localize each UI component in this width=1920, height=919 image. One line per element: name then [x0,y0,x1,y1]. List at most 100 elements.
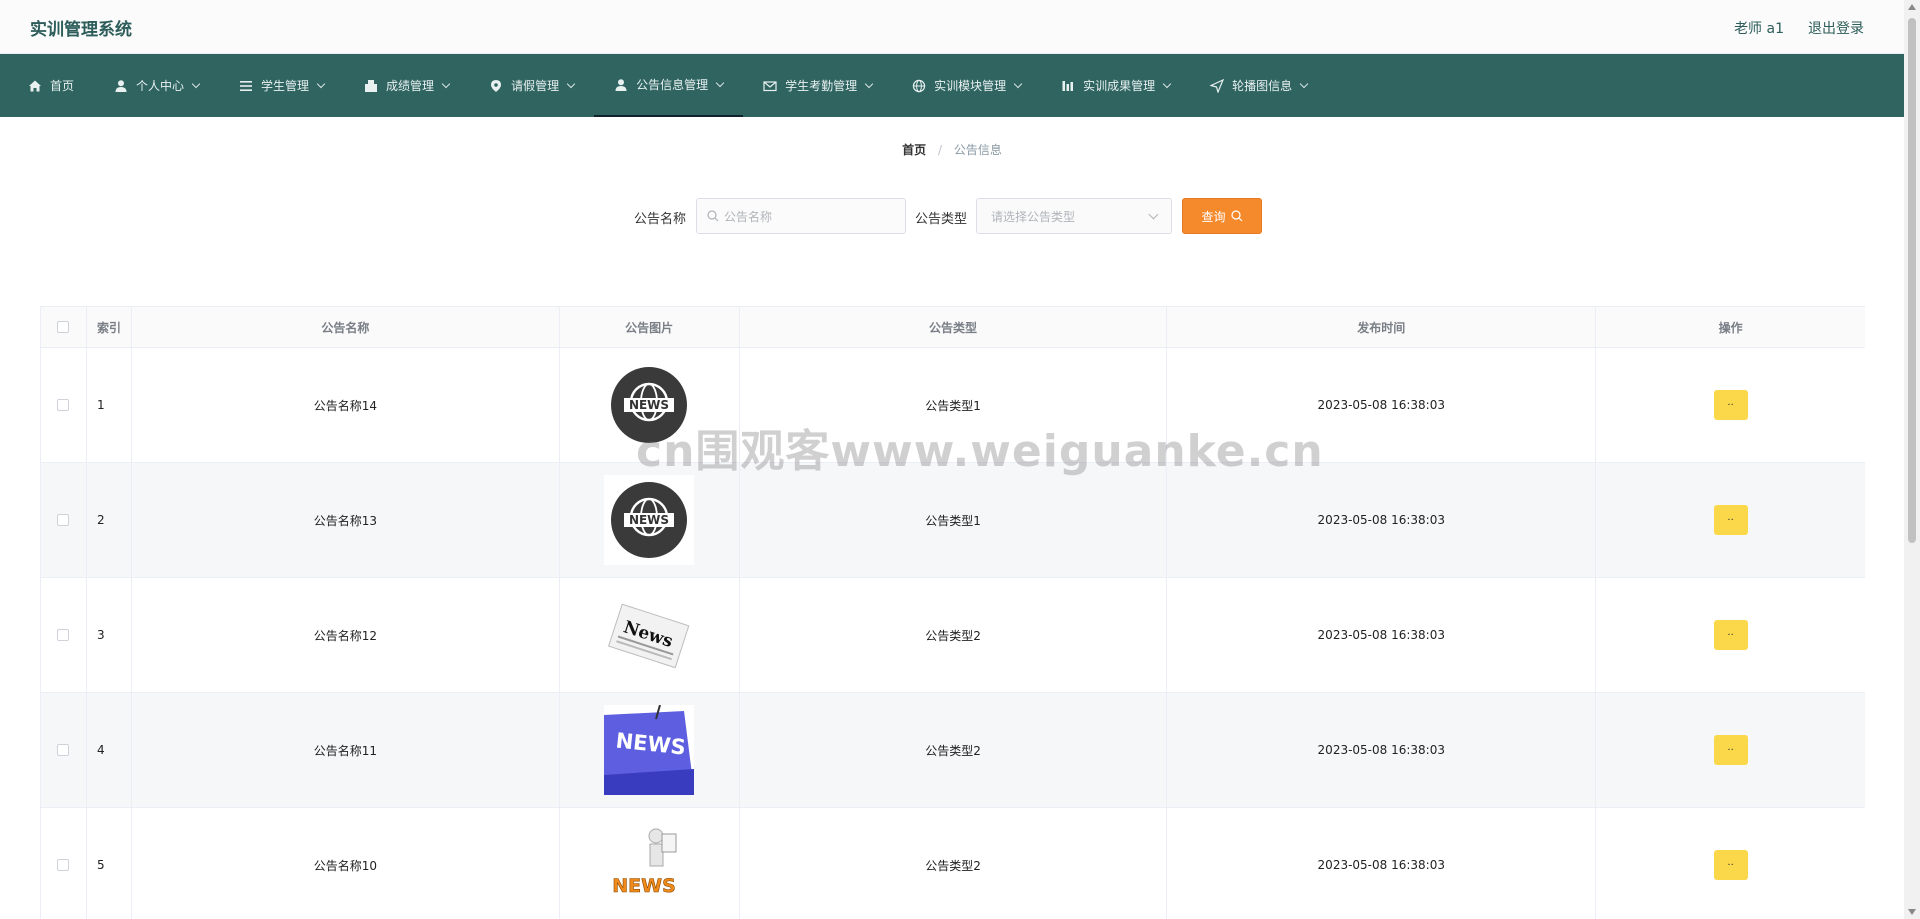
select-all-checkbox[interactable] [57,321,70,333]
row-image-cell: NEWS [559,463,740,578]
chevron-down-icon [1013,79,1023,88]
scroll-up-icon[interactable] [1908,4,1916,10]
row-index: 3 [86,578,132,693]
query-button[interactable]: 查询 [1182,198,1262,234]
nav-item-1[interactable]: 个人中心 [94,54,219,117]
select-all-cell [41,307,87,348]
name-placeholder: 公告名称 [724,209,773,224]
row-check-cell [41,348,87,463]
row-checkbox[interactable] [57,859,70,871]
header-time: 发布时间 [1167,307,1597,348]
row-action-button[interactable]: ·· [1713,505,1748,535]
row-index: 2 [86,463,132,578]
row-action-button[interactable]: ·· [1713,390,1748,420]
gift-icon [364,79,378,93]
nav-item-label: 实训成果管理 [1083,79,1156,93]
row-time: 2023-05-08 16:38:03 [1167,808,1597,919]
chevron-down-icon [191,79,201,88]
breadcrumb-home[interactable]: 首页 [902,143,926,157]
row-image-cell: NEWS [560,808,740,919]
row-action-button[interactable]: ·· [1713,620,1748,650]
nav-item-label: 公告信息管理 [636,78,709,92]
row-action-button[interactable]: ·· [1713,735,1748,765]
type-select[interactable]: 请选择公告类型 [976,198,1172,234]
row-checkbox[interactable] [57,629,70,641]
search-icon [1230,210,1242,222]
table-row[interactable]: 5 公告名称10 NEWS 公告类型2 2023-05-08 16:38:03 ·· [41,808,1865,919]
row-check-cell [41,693,87,808]
search-form: 公告名称 公告名称 公告类型 请选择公告类型 查询 [0,198,1904,234]
location-icon [489,79,503,93]
type-placeholder: 请选择公告类型 [991,209,1076,224]
row-action-button[interactable]: ·· [1713,850,1748,880]
send-icon [1209,78,1225,94]
logout-link[interactable]: 退出登录 [1808,18,1864,38]
table-row[interactable]: 4 公告名称11 NEWS 公告类型2 2023-05-08 16:38:03 ·· [41,693,1865,808]
header-name: 公告名称 [131,307,560,348]
chevron-down-icon [864,79,874,88]
page-scrollbar[interactable] [1904,0,1920,919]
name-label: 公告名称 [634,212,687,227]
news-thumbnail[interactable]: NEWS [604,475,695,565]
row-image-cell: News [559,578,740,693]
scroll-down-icon[interactable] [1908,909,1916,915]
table-row[interactable]: 3 公告名称12 News 公告类型2 2023-05-08 16:38:03 ·· [41,578,1865,693]
nav-item-6[interactable]: 学生考勤管理 [743,54,892,117]
nav-item-3[interactable]: 成绩管理 [344,54,469,117]
table-row[interactable]: 2 公告名称13 NEWS 公告类型1 2023-05-08 16:38:03 ·· [41,463,1865,578]
svg-text:NEWS: NEWS [629,398,669,412]
nav-item-label: 请假管理 [511,79,560,93]
row-check-cell [41,578,87,693]
nav-item-2[interactable]: 学生管理 [219,54,344,117]
current-user[interactable]: 老师 a1 [1734,18,1784,38]
row-check-cell [41,463,87,578]
scroll-thumb[interactable] [1908,18,1916,543]
row-checkbox[interactable] [57,744,70,756]
nav-item-7[interactable]: 实训模块管理 [892,54,1041,117]
row-checkbox[interactable] [57,399,70,411]
row-index: 5 [87,808,132,919]
nav-item-8[interactable]: 实训成果管理 [1041,54,1190,117]
row-type: 公告类型1 [739,463,1168,578]
table-header: 索引 公告名称 公告图片 公告类型 发布时间 操作 [41,307,1865,348]
nav-item-label: 成绩管理 [386,79,435,93]
row-op-cell: ·· [1596,693,1865,808]
menu-icon [239,79,253,93]
row-checkbox[interactable] [57,514,70,526]
row-type: 公告类型2 [739,693,1168,808]
nav-item-0[interactable]: 首页 [8,54,94,117]
chevron-down-icon [441,79,451,88]
news-thumbnail[interactable]: NEWS [604,820,695,910]
type-label: 公告类型 [915,212,968,227]
row-image-cell: NEWS [559,693,740,808]
svg-text:NEWS: NEWS [612,875,676,897]
chart-icon [1061,79,1075,93]
header-index: 索引 [86,307,132,348]
home-icon [28,79,42,93]
name-search-input[interactable]: 公告名称 [696,198,906,234]
header-image: 公告图片 [559,307,740,348]
nav-item-4[interactable]: 请假管理 [469,54,594,117]
breadcrumb: 首页 / 公告信息 [0,141,1904,158]
header-type: 公告类型 [739,307,1168,348]
news-thumbnail[interactable]: News [604,590,695,680]
row-time: 2023-05-08 16:38:03 [1167,463,1597,578]
nav-item-label: 学生管理 [261,79,310,93]
news-thumbnail[interactable]: NEWS [604,705,695,795]
top-bar: 实训管理系统 老师 a1 退出登录 [0,0,1904,54]
row-name: 公告名称12 [131,578,560,693]
nav-item-label: 轮播图信息 [1232,79,1293,93]
nav-item-label: 个人中心 [136,79,185,93]
nav-item-9[interactable]: 轮播图信息 [1190,54,1327,117]
row-op-cell: ·· [1596,348,1865,463]
row-time: 2023-05-08 16:38:03 [1167,693,1597,808]
notice-table: 索引 公告名称 公告图片 公告类型 发布时间 操作 1 公告名称14 NEWS 公告类… [40,306,1865,919]
nav-item-5[interactable]: 公告信息管理 [594,54,744,117]
nav-item-label: 首页 [50,79,75,93]
nav-item-label: 学生考勤管理 [785,79,858,93]
row-name: 公告名称11 [131,693,560,808]
row-name: 公告名称10 [132,808,560,919]
breadcrumb-current: 公告信息 [953,143,1002,157]
chevron-down-icon [566,79,576,88]
row-type: 公告类型2 [739,578,1168,693]
